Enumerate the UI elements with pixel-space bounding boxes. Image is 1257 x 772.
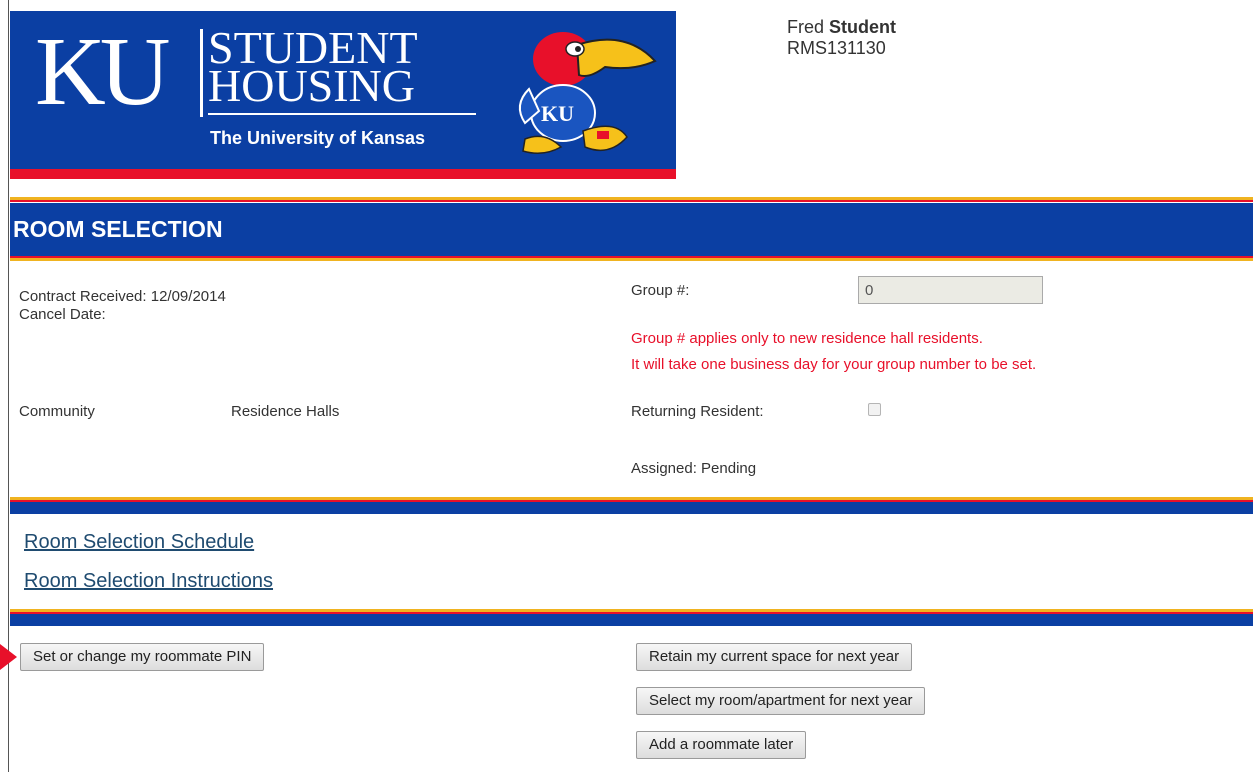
buttons-stripe-blue bbox=[10, 614, 1253, 626]
user-id: RMS131130 bbox=[787, 38, 886, 58]
banner-rule bbox=[208, 113, 476, 115]
contract-received: Contract Received: 12/09/2014 bbox=[19, 288, 226, 305]
cancel-date-label: Cancel Date: bbox=[19, 306, 106, 323]
assigned-value: Pending bbox=[701, 460, 757, 477]
mascot-badge: KU bbox=[541, 101, 574, 126]
logo-divider bbox=[200, 29, 203, 117]
assigned-status: Assigned: Pending bbox=[631, 460, 756, 477]
select-room-button[interactable]: Select my room/apartment for next year bbox=[636, 687, 926, 715]
jayhawk-mascot-icon: KU bbox=[518, 32, 657, 154]
user-first-name: Fred bbox=[787, 17, 825, 37]
community-label: Community bbox=[19, 403, 95, 420]
add-roommate-later-button[interactable]: Add a roommate later bbox=[636, 731, 807, 759]
title-stripe-red bbox=[10, 200, 1253, 202]
pointer-arrow-icon bbox=[0, 644, 17, 670]
returning-resident-checkbox[interactable] bbox=[868, 403, 881, 416]
ku-student-housing-banner: KU STUDENT HOUSING The University of Kan… bbox=[10, 11, 676, 179]
contract-received-value: 12/09/2014 bbox=[150, 288, 226, 305]
ku-logo-text: KU bbox=[35, 18, 171, 126]
user-info: Fred Student RMS131130 bbox=[787, 17, 896, 59]
community-value: Residence Halls bbox=[231, 403, 340, 420]
page-title: ROOM SELECTION bbox=[13, 216, 223, 242]
group-note-line1: Group # applies only to new residence ha… bbox=[631, 330, 983, 347]
title-stripe-gold-bottom bbox=[10, 258, 1253, 261]
returning-resident-label: Returning Resident: bbox=[631, 403, 764, 420]
group-number-field[interactable] bbox=[858, 276, 1043, 304]
links-stripe-blue bbox=[10, 502, 1253, 514]
contract-received-label: Contract Received: bbox=[19, 288, 147, 305]
group-note-line2: It will take one business day for your g… bbox=[631, 356, 1037, 373]
banner-subtitle: The University of Kansas bbox=[210, 128, 426, 148]
room-selection-schedule-link[interactable]: Room Selection Schedule bbox=[24, 531, 254, 554]
user-name: Fred Student bbox=[787, 17, 896, 38]
group-number-label: Group #: bbox=[631, 282, 690, 299]
assigned-label: Assigned: bbox=[631, 460, 697, 477]
room-selection-instructions-link[interactable]: Room Selection Instructions bbox=[24, 570, 273, 593]
user-last-name: Student bbox=[829, 17, 897, 37]
banner-red-stripe bbox=[10, 169, 676, 179]
retain-current-space-button[interactable]: Retain my current space for next year bbox=[636, 643, 913, 671]
banner-line-housing: HOUSING bbox=[208, 60, 415, 111]
set-roommate-pin-button[interactable]: Set or change my roommate PIN bbox=[20, 643, 265, 671]
